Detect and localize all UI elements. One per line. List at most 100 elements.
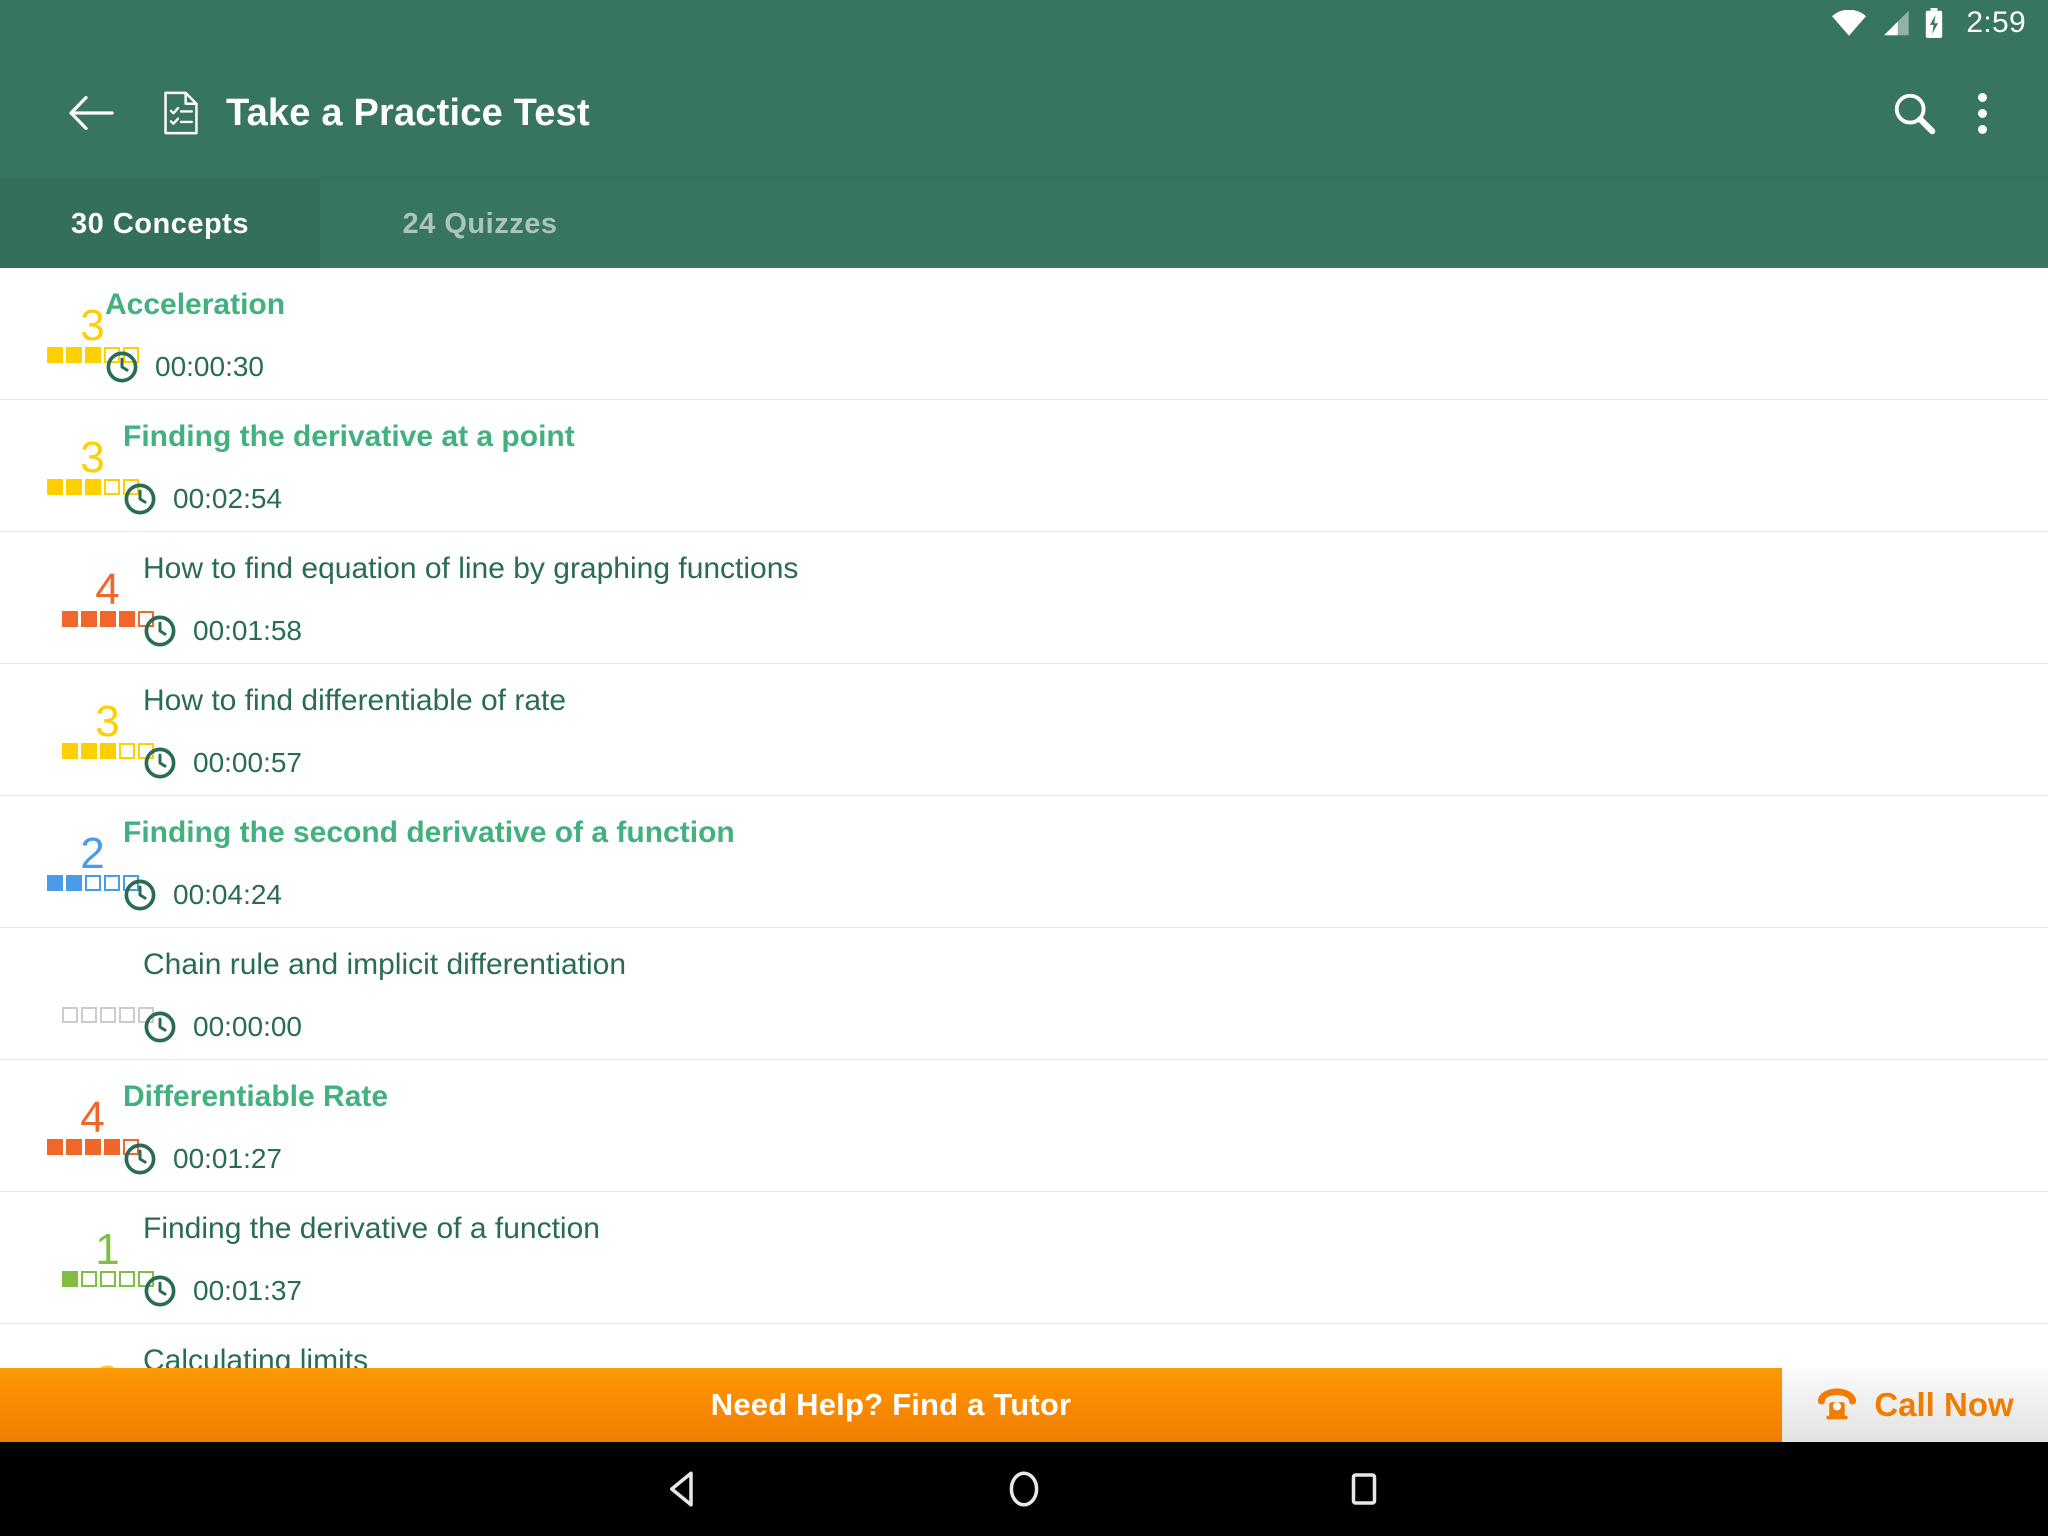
telephone-icon	[1816, 1386, 1858, 1425]
list-item[interactable]: 1 Finding the derivative of a function 00:…	[0, 1192, 2048, 1324]
back-arrow-icon[interactable]	[56, 78, 126, 148]
rating-square-empty	[80, 1270, 97, 1287]
rating-number: 1	[95, 1224, 120, 1274]
rating-squares	[61, 1006, 154, 1023]
clock-icon	[123, 482, 157, 516]
concept-time-row: 00:00:30	[105, 320, 285, 384]
app-screen: 2:59 Take a Practice Test 30 Concepts 24…	[0, 0, 2048, 1536]
list-item-body: Finding the derivative of a function 00:0…	[143, 1192, 600, 1324]
rating-squares	[61, 610, 154, 627]
concept-title[interactable]: Finding the second derivative of a funct…	[123, 796, 735, 848]
list-item-body: Finding the second derivative of a funct…	[123, 796, 735, 928]
list-item[interactable]: 0Chain rule and implicit differentiation…	[0, 928, 2048, 1060]
rating-square-filled	[99, 742, 116, 759]
list-item[interactable]: 3Calculating limits	[0, 1324, 2048, 1369]
list-item-body: How to find differentiable of rate 00:00:…	[143, 664, 566, 796]
list-item[interactable]: 3 How to find differentiable of rate 00:00…	[0, 664, 2048, 796]
concept-title[interactable]: Differentiable Rate	[123, 1060, 388, 1112]
concept-time-row: 00:00:57	[143, 716, 566, 780]
rating-square-filled	[103, 1138, 120, 1155]
tab-quizzes[interactable]: 24 Quizzes	[320, 180, 640, 268]
practice-test-document-icon	[164, 91, 198, 135]
clock-icon	[143, 746, 177, 780]
page-title: Take a Practice Test	[226, 91, 590, 134]
concept-title[interactable]: Finding the derivative at a point	[123, 400, 575, 452]
find-tutor-button[interactable]: Need Help? Find a Tutor	[0, 1368, 1782, 1442]
nav-recents-icon[interactable]	[1319, 1444, 1409, 1534]
concept-title[interactable]: Calculating limits	[143, 1324, 368, 1369]
tab-quizzes-label: 24 Quizzes	[402, 207, 558, 240]
clock-icon	[143, 1010, 177, 1044]
clock-icon	[143, 614, 177, 648]
concept-title[interactable]: Acceleration	[105, 268, 285, 320]
list-item-body: Chain rule and implicit differentiation 0…	[143, 928, 626, 1060]
call-now-label: Call Now	[1874, 1386, 2014, 1423]
concepts-list[interactable]: 3 Acceleration 00:00:30 3 Finding the deriva…	[0, 268, 2048, 1368]
concept-time-row: 00:00:00	[143, 980, 626, 1044]
rating-square-empty	[61, 1006, 78, 1023]
rating-square-filled	[46, 1138, 63, 1155]
list-item[interactable]: 4 How to find equation of line by graphin…	[0, 532, 2048, 664]
rating-number: 3	[80, 300, 105, 350]
concept-time-row: 00:01:27	[123, 1112, 388, 1176]
concept-time-row: 00:02:54	[123, 452, 575, 516]
list-item[interactable]: 3 Finding the derivative at a point 00:02:…	[0, 400, 2048, 532]
status-bar: 2:59	[0, 0, 2048, 46]
rating-square-filled	[65, 346, 82, 363]
rating-squares	[61, 1270, 154, 1287]
list-item-body: Calculating limits	[143, 1324, 368, 1369]
find-tutor-label: Need Help? Find a Tutor	[710, 1387, 1072, 1422]
list-item-body: Differentiable Rate 00:01:27	[123, 1060, 388, 1192]
clock-icon	[123, 1142, 157, 1176]
rating-square-filled	[80, 742, 97, 759]
wifi-icon	[1832, 10, 1867, 36]
rating-number: 2	[80, 828, 105, 878]
rating-square-filled	[65, 874, 82, 891]
concept-elapsed-time: 00:00:00	[193, 1011, 302, 1042]
concept-title[interactable]: How to find differentiable of rate	[143, 664, 566, 716]
rating-square-filled	[99, 610, 116, 627]
list-item[interactable]: 3 Acceleration 00:00:30	[0, 268, 2048, 400]
rating-square-filled	[84, 478, 101, 495]
tab-concepts-label: 30 Concepts	[71, 207, 249, 240]
rating-square-empty	[99, 1270, 116, 1287]
clock-icon	[143, 1274, 177, 1308]
rating-square-empty	[103, 874, 120, 891]
tab-concepts[interactable]: 30 Concepts	[0, 180, 320, 268]
concept-time-row: 00:01:58	[143, 584, 798, 648]
rating-square-empty	[99, 1006, 116, 1023]
concept-elapsed-time: 00:02:54	[173, 483, 282, 514]
concept-elapsed-time: 00:01:58	[193, 615, 302, 646]
nav-home-icon[interactable]	[979, 1444, 1069, 1534]
tutor-ad-banner: Need Help? Find a Tutor Call Now	[0, 1368, 2048, 1442]
rating-square-empty	[80, 1006, 97, 1023]
rating-square-filled	[65, 1138, 82, 1155]
status-bar-clock: 2:59	[1966, 6, 2026, 39]
rating-square-filled	[46, 874, 63, 891]
cellular-signal-icon	[1880, 10, 1910, 36]
search-icon[interactable]	[1876, 75, 1952, 151]
rating-square-empty	[118, 1270, 135, 1287]
concept-title[interactable]: Finding the derivative of a function	[143, 1192, 600, 1244]
rating-square-filled	[84, 1138, 101, 1155]
rating-number: 4	[80, 1092, 105, 1142]
concept-elapsed-time: 00:00:30	[155, 351, 264, 382]
concept-title[interactable]: Chain rule and implicit differentiation	[143, 928, 626, 980]
rating-number: 4	[95, 564, 120, 614]
list-item-body: How to find equation of line by graphing…	[143, 532, 798, 664]
call-now-button[interactable]: Call Now	[1782, 1368, 2048, 1442]
concept-elapsed-time: 00:04:24	[173, 879, 282, 910]
overflow-menu-icon[interactable]	[1952, 75, 2012, 151]
rating-square-empty	[103, 478, 120, 495]
nav-back-icon[interactable]	[639, 1444, 729, 1534]
concept-time-row: 00:04:24	[123, 848, 735, 912]
rating-square-empty	[118, 1006, 135, 1023]
clock-icon	[105, 350, 139, 384]
concept-title[interactable]: How to find equation of line by graphing…	[143, 532, 798, 584]
concept-elapsed-time: 00:00:57	[193, 747, 302, 778]
list-item[interactable]: 2 Finding the second derivative of a func…	[0, 796, 2048, 928]
app-bar: Take a Practice Test	[0, 46, 2048, 180]
list-item[interactable]: 4 Differentiable Rate 00:01:27	[0, 1060, 2048, 1192]
overflow-dot	[1977, 124, 1987, 134]
concept-elapsed-time: 00:01:37	[193, 1275, 302, 1306]
